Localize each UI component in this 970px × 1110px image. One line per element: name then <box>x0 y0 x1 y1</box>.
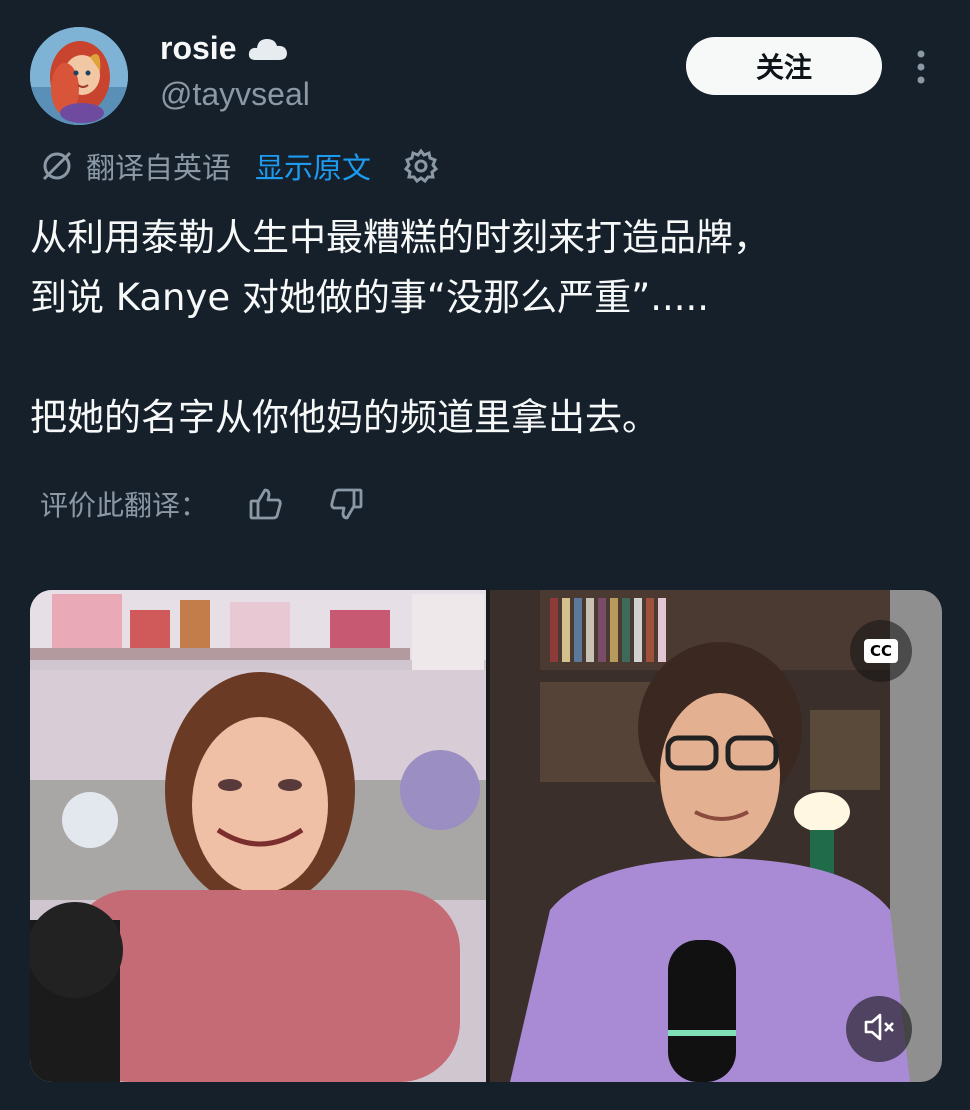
speaker-muted-icon <box>861 1009 897 1049</box>
display-name-row[interactable]: rosie <box>160 30 290 67</box>
cloud-icon <box>246 34 290 64</box>
mute-button[interactable] <box>846 996 912 1062</box>
cc-icon: CC <box>863 639 899 663</box>
more-vertical-icon[interactable] <box>910 48 932 86</box>
user-handle[interactable]: @tayvseal <box>160 76 310 113</box>
rate-translation-label: 评价此翻译： <box>40 489 209 522</box>
gear-icon[interactable] <box>403 148 439 184</box>
video-player[interactable]: CC <box>30 590 942 1082</box>
rate-translation-row: 评价此翻译： <box>40 482 364 526</box>
translation-bar: 翻译自英语 显示原文 <box>40 144 439 188</box>
video-frame <box>30 590 942 1082</box>
show-original-link[interactable]: 显示原文 <box>255 145 371 187</box>
thumbs-up-icon[interactable] <box>248 486 284 522</box>
translate-icon <box>40 149 74 183</box>
follow-button[interactable]: 关注 <box>686 37 882 95</box>
closed-captions-button[interactable]: CC <box>850 620 912 682</box>
tweet-text: 从利用泰勒人生中最糟糕的时刻来打造品牌， 到说 Kanye 对她做的事“没那么严… <box>30 216 770 439</box>
translated-from-label: 翻译自英语 <box>86 151 232 185</box>
display-name[interactable]: rosie <box>160 30 236 67</box>
avatar[interactable] <box>30 27 128 125</box>
thumbs-down-icon[interactable] <box>328 486 364 522</box>
